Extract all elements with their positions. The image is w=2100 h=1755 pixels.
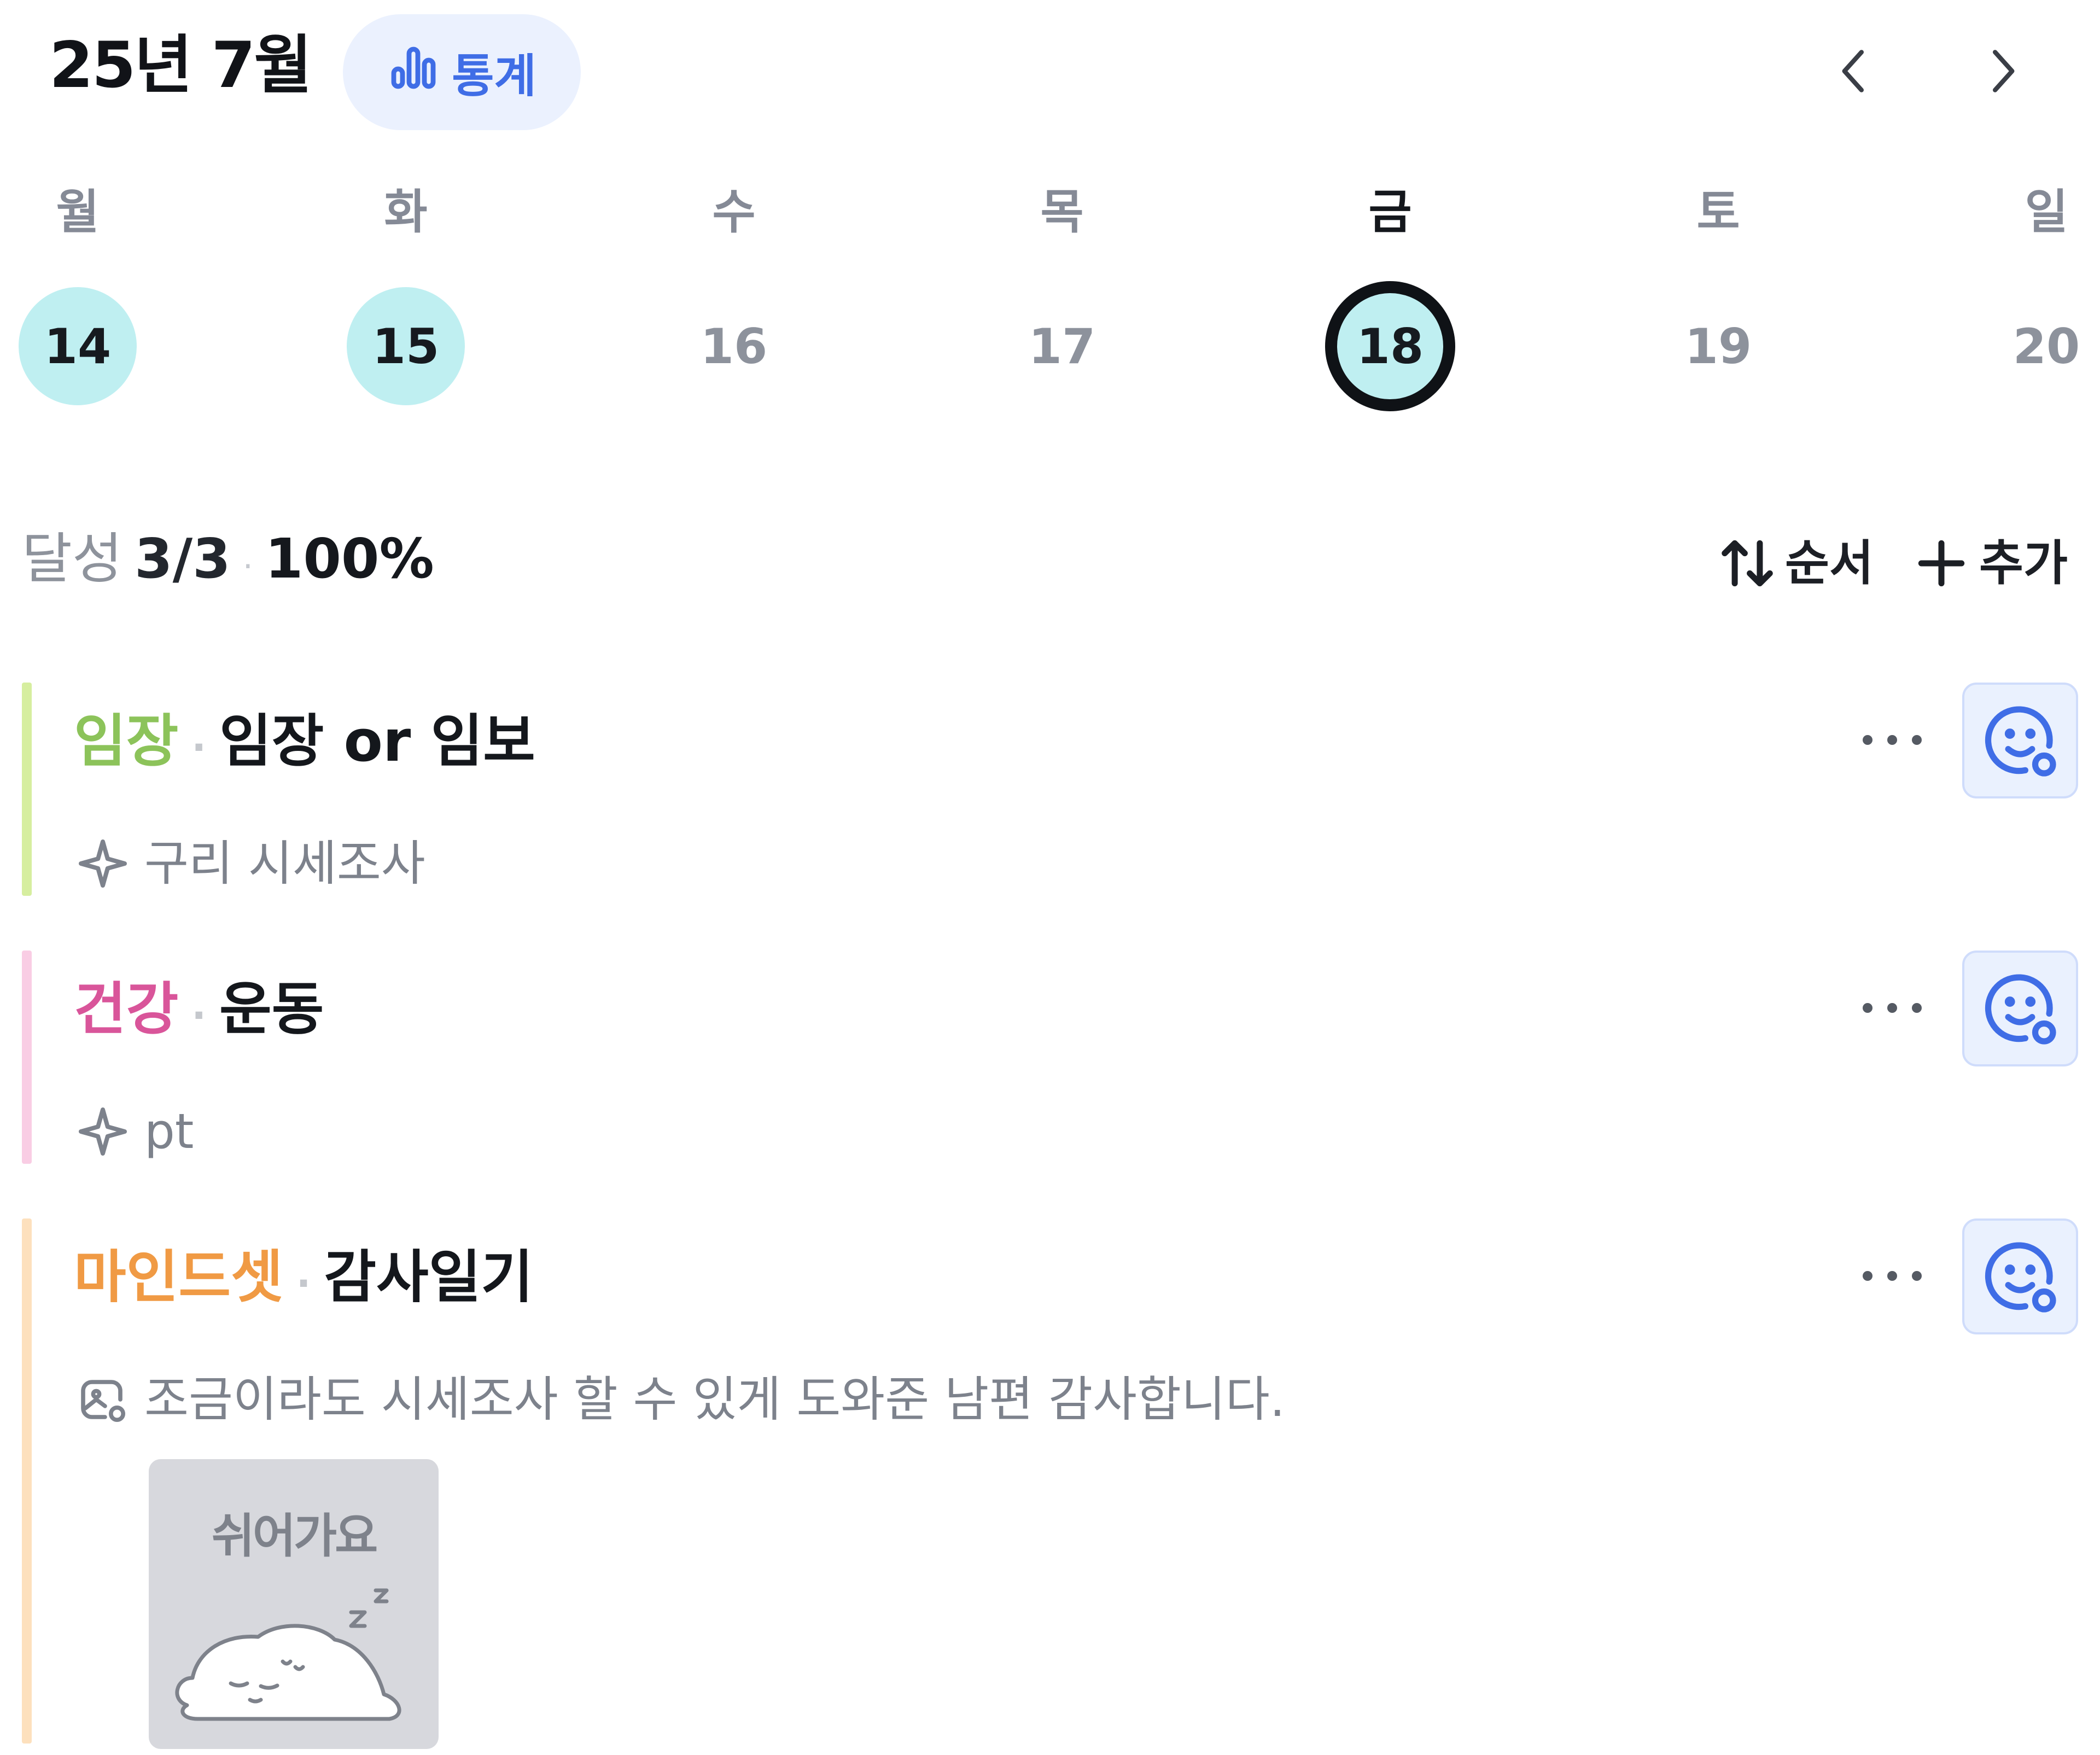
day-15[interactable]: 15 [347, 287, 465, 405]
add-label: 추가 [1979, 535, 2068, 591]
sort-arrows-icon [1722, 540, 1773, 587]
habit-color-bar [22, 1218, 32, 1744]
habit-item[interactable]: 마인드셋 · 감사일기 조금이라도 시세조사 할 수 있게 도와준 남편 감사합… [22, 1218, 2089, 1749]
habit-note: 조금이라도 시세조사 할 수 있게 도와준 남편 감사합니다. [77, 1373, 1285, 1426]
more-options-button[interactable] [1843, 978, 1941, 1038]
habit-category: 마인드셋 [74, 1244, 283, 1310]
habit-item[interactable]: 임장 · 임장 or 임보 구리 시세조사 [22, 683, 2089, 896]
ellipsis-icon [1863, 1003, 1922, 1013]
habit-separator: · [191, 725, 206, 770]
habit-category: 건강 [74, 976, 179, 1042]
weekday-sat: 토 [1696, 185, 1740, 240]
day-14[interactable]: 14 [19, 287, 137, 405]
sparkle-icon [79, 839, 127, 888]
sort-button[interactable]: 순서 [1717, 533, 1874, 593]
habit-color-bar [22, 951, 32, 1164]
habit-title: 건강 · 운동 [74, 981, 324, 1037]
smile-add-icon [1985, 1242, 2056, 1313]
weekday-thu: 목 [1040, 185, 1084, 240]
summary-label: 달성 [22, 527, 122, 591]
habit-color-bar [22, 683, 32, 896]
more-options-button[interactable] [1843, 1246, 1941, 1306]
plus-icon [1918, 540, 1965, 587]
habit-note-text: 구리 시세조사 [144, 835, 425, 891]
stats-label: 통계 [452, 49, 536, 103]
weekday-tue: 화 [384, 185, 428, 240]
prev-week-button[interactable] [1827, 44, 1881, 98]
sticker-text: 쉬어가요 [211, 1509, 378, 1564]
mood-button[interactable] [1962, 683, 2078, 798]
stats-button[interactable]: 통계 [343, 14, 581, 130]
chevron-left-icon [1842, 50, 1864, 92]
smile-add-icon [1985, 706, 2056, 777]
summary-count: 3/3 [135, 527, 231, 591]
bar-chart-icon [387, 40, 440, 104]
image-note-icon [81, 1380, 125, 1422]
habit-name: 운동 [219, 976, 324, 1042]
ellipsis-icon [1863, 735, 1922, 745]
summary-percent: 100% [265, 527, 434, 591]
habit-note: pt [77, 1105, 194, 1158]
habit-separator: · [296, 1261, 311, 1306]
day-17[interactable]: 17 [1003, 287, 1121, 405]
habit-item[interactable]: 건강 · 운동 pt [22, 951, 2089, 1164]
sleeping-character-icon [175, 1588, 401, 1721]
habit-note-text: pt [144, 1103, 194, 1159]
smile-add-icon [1985, 974, 2056, 1045]
habit-note: 구리 시세조사 [77, 837, 425, 890]
next-week-button[interactable] [1975, 44, 2030, 98]
habit-title: 마인드셋 · 감사일기 [74, 1249, 533, 1305]
mood-button[interactable] [1962, 1218, 2078, 1334]
day-16[interactable]: 16 [675, 287, 793, 405]
add-button[interactable]: 추가 [1911, 533, 2068, 593]
mood-button[interactable] [1962, 951, 2078, 1066]
sticker-image[interactable]: 쉬어가요 [149, 1459, 439, 1749]
ellipsis-icon [1863, 1271, 1922, 1281]
achievement-summary: 달성 3/3 · 100% [22, 532, 434, 586]
habit-separator: · [191, 993, 206, 1038]
sparkle-icon [79, 1107, 127, 1156]
weekday-sun: 일 [2025, 185, 2068, 240]
day-18-selected[interactable]: 18 [1325, 281, 1455, 411]
weekday-wed: 수 [712, 185, 756, 240]
month-title: 25년 7월 [49, 28, 312, 102]
habit-note-text: 조금이라도 시세조사 할 수 있게 도와준 남편 감사합니다. [144, 1371, 1285, 1427]
day-19[interactable]: 19 [1659, 287, 1777, 405]
habit-title: 임장 · 임장 or 임보 [74, 713, 535, 769]
habit-category: 임장 [74, 708, 179, 774]
habit-name: 감사일기 [324, 1244, 534, 1310]
more-options-button[interactable] [1843, 710, 1941, 770]
sort-label: 순서 [1785, 535, 1874, 591]
day-20[interactable]: 20 [1987, 287, 2100, 405]
weekday-mon: 월 [56, 185, 100, 240]
summary-separator: · [242, 547, 253, 586]
chevron-right-icon [1993, 50, 2015, 92]
weekday-fri: 금 [1368, 185, 1412, 240]
habit-name: 임장 or 임보 [219, 708, 535, 774]
